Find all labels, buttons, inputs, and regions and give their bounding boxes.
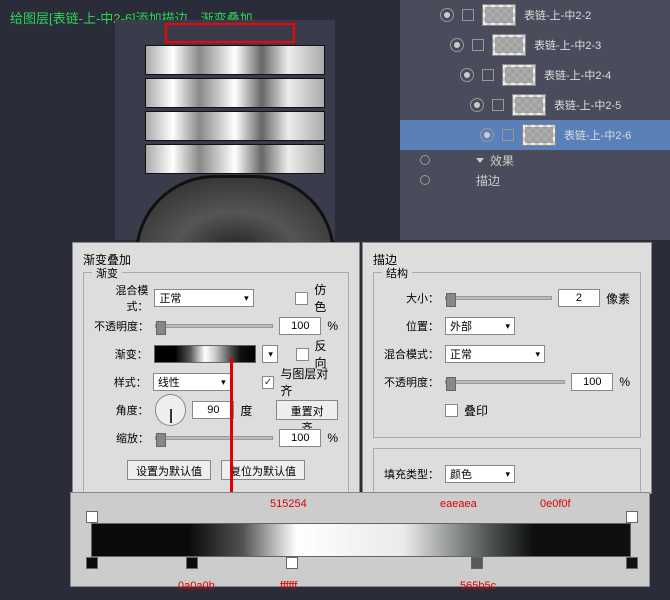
gradient-dropdown[interactable]: [262, 345, 278, 363]
color-stop[interactable]: [286, 557, 298, 569]
size-slider[interactable]: [445, 296, 552, 300]
visibility-icon[interactable]: [420, 155, 430, 165]
layer-row[interactable]: 表链-上-中2-2: [400, 0, 670, 30]
blend-mode-label: 混合模式：: [94, 282, 148, 314]
position-label: 位置：: [384, 318, 439, 334]
layer-row[interactable]: 表链-上-中2-5: [400, 90, 670, 120]
visibility-icon[interactable]: [460, 68, 474, 82]
group-title: 结构: [382, 265, 412, 281]
color-stop[interactable]: [626, 557, 638, 569]
watch-preview: [115, 20, 335, 240]
blend-mode-label: 混合模式：: [384, 346, 439, 362]
style-label: 样式：: [94, 374, 147, 390]
position-select[interactable]: 外部: [445, 317, 515, 335]
reset-align-button[interactable]: 重置对齐: [276, 400, 338, 420]
effects-label: 效果: [490, 152, 514, 169]
opacity-label: 不透明度：: [94, 318, 149, 334]
color-value: 0e0f0f: [540, 498, 571, 510]
blend-mode-select[interactable]: 正常: [445, 345, 545, 363]
color-value: eaeaea: [440, 498, 477, 510]
visibility-icon[interactable]: [420, 175, 430, 185]
overprint-label: 叠印: [464, 402, 488, 419]
opacity-input[interactable]: [279, 317, 321, 335]
visibility-icon[interactable]: [440, 8, 454, 22]
group-title: 渐变: [92, 265, 122, 281]
align-label: 与图层对齐: [280, 365, 338, 399]
layer-row[interactable]: 表链-上-中2-4: [400, 60, 670, 90]
visibility-icon[interactable]: [450, 38, 464, 52]
opacity-label: 不透明度：: [384, 374, 439, 390]
color-stop[interactable]: [471, 557, 483, 569]
stroke-effect-label: 描边: [476, 172, 500, 189]
expand-icon[interactable]: [476, 158, 484, 163]
fill-type-label: 填充类型：: [384, 466, 439, 482]
reset-default-button[interactable]: 复位为默认值: [221, 460, 305, 480]
opacity-stop[interactable]: [626, 511, 638, 523]
set-default-button[interactable]: 设置为默认值: [127, 460, 211, 480]
highlight-box: [165, 23, 295, 43]
layer-row[interactable]: 表链-上-中2-3: [400, 30, 670, 60]
color-value: ffffff: [280, 580, 297, 592]
angle-dial[interactable]: [155, 394, 187, 426]
style-select[interactable]: 线性: [153, 373, 231, 391]
gradient-overlay-panel: 渐变叠加 渐变 混合模式：正常仿色 不透明度：% 渐变：反向 样式：线性与图层对…: [72, 242, 360, 494]
scale-label: 缩放：: [94, 430, 149, 446]
size-label: 大小：: [384, 290, 439, 306]
opacity-slider[interactable]: [155, 324, 273, 328]
fill-type-select[interactable]: 颜色: [445, 465, 515, 483]
panel-title: 描边: [373, 251, 641, 268]
panel-title: 渐变叠加: [83, 251, 349, 268]
scale-input[interactable]: [279, 429, 321, 447]
color-value: 565b5c: [460, 580, 496, 592]
overprint-checkbox[interactable]: [445, 404, 458, 417]
size-input[interactable]: [558, 289, 600, 307]
reverse-checkbox[interactable]: [296, 348, 309, 361]
color-stop[interactable]: [86, 557, 98, 569]
layer-row-selected[interactable]: 表链-上-中2-6: [400, 120, 670, 150]
gradient-bar[interactable]: [91, 523, 631, 557]
arrow-indicator: [230, 358, 233, 508]
scale-slider[interactable]: [155, 436, 273, 440]
opacity-stop[interactable]: [86, 511, 98, 523]
angle-label: 角度：: [94, 402, 149, 418]
opacity-input[interactable]: [571, 373, 613, 391]
layers-panel: 表链-上-中2-2 表链-上-中2-3 表链-上-中2-4 表链-上-中2-5 …: [400, 0, 670, 240]
opacity-slider[interactable]: [445, 380, 565, 384]
visibility-icon[interactable]: [480, 128, 494, 142]
stroke-panel: 描边 结构 大小：像素 位置：外部 混合模式：正常 不透明度：% 叠印 填充类型…: [362, 242, 652, 494]
gradient-preview[interactable]: [154, 345, 257, 363]
gradient-label: 渐变：: [94, 346, 148, 362]
angle-input[interactable]: [192, 401, 234, 419]
blend-mode-select[interactable]: 正常: [154, 289, 253, 307]
visibility-icon[interactable]: [470, 98, 484, 112]
dither-checkbox[interactable]: [295, 292, 308, 305]
color-value: 0a0a0b: [178, 580, 215, 592]
color-stop[interactable]: [186, 557, 198, 569]
align-checkbox[interactable]: [262, 376, 275, 389]
color-value: 515254: [270, 498, 307, 510]
dither-label: 仿色: [314, 281, 338, 315]
